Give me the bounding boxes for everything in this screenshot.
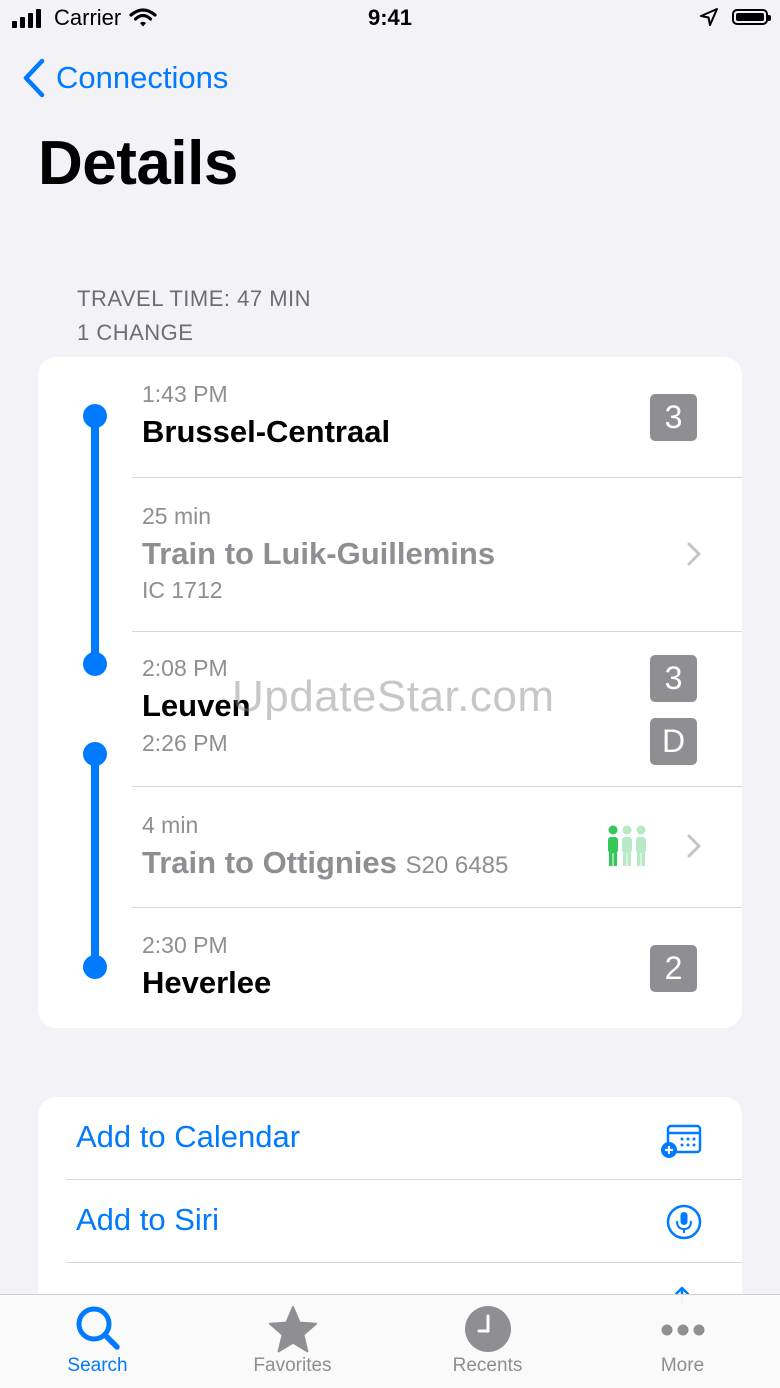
travel-time: TRAVEL TIME: 47 MIN bbox=[77, 286, 312, 311]
leg-duration: 4 min bbox=[142, 812, 199, 838]
leg-row-2[interactable]: 4 min Train to Ottignies S20 6485 bbox=[38, 787, 742, 907]
departure-station: Brussel-Centraal bbox=[142, 414, 391, 449]
tab-more[interactable]: More bbox=[585, 1295, 780, 1388]
actions-card: Add to Calendar Add to Siri bbox=[38, 1097, 742, 1327]
transfer-departure-time: 2:26 PM bbox=[142, 730, 228, 756]
transfer-station: Leuven bbox=[142, 688, 251, 723]
change-count: 1 CHANGE bbox=[77, 320, 194, 345]
chevron-left-icon bbox=[23, 58, 45, 98]
arrival-station: Heverlee bbox=[142, 965, 272, 1000]
location-arrow-icon bbox=[700, 8, 718, 26]
tab-search[interactable]: Search bbox=[0, 1295, 195, 1388]
occupancy-person-empty-icon bbox=[636, 825, 646, 866]
tab-bar: Search Favorites Recents More bbox=[0, 1294, 780, 1388]
leg-title-text: Train to Ottignies bbox=[142, 845, 397, 880]
occupancy-icon bbox=[607, 825, 647, 867]
microphone-icon bbox=[666, 1204, 702, 1240]
tab-recents[interactable]: Recents bbox=[390, 1295, 585, 1388]
journey-card: 1:43 PM Brussel-Centraal 3 25 min Train … bbox=[38, 357, 742, 1028]
calendar-add-icon bbox=[661, 1124, 702, 1158]
add-to-siri-label: Add to Siri bbox=[76, 1202, 220, 1237]
battery-icon bbox=[732, 9, 771, 25]
tab-label: Search bbox=[67, 1355, 128, 1376]
leg-duration: 25 min bbox=[142, 503, 212, 529]
clock-icon bbox=[464, 1306, 511, 1352]
leg-row-1[interactable]: 25 min Train to Luik-Guillemins IC 1712 bbox=[38, 478, 742, 631]
stop-row-departure: 1:43 PM Brussel-Centraal 3 bbox=[38, 357, 742, 477]
leg-title: Train to Luik-Guillemins bbox=[142, 536, 496, 571]
chevron-right-icon bbox=[687, 834, 701, 858]
stop-row-transfer: 2:08 PM Leuven 2:26 PM 3 D bbox=[38, 632, 742, 786]
tab-label: More bbox=[660, 1355, 705, 1376]
star-icon bbox=[268, 1306, 317, 1353]
leg-train-number: S20 6485 bbox=[405, 852, 509, 879]
tab-label: Recents bbox=[452, 1355, 523, 1376]
occupancy-person-full-icon bbox=[608, 825, 618, 866]
status-time: 9:41 bbox=[367, 5, 413, 30]
status-right bbox=[700, 8, 771, 26]
status-bar: Carrier 9:41 bbox=[0, 0, 780, 40]
more-dots-icon bbox=[661, 1324, 704, 1336]
transfer-arrival-time: 2:08 PM bbox=[142, 655, 228, 681]
arrival-time: 2:30 PM bbox=[142, 932, 228, 958]
platform-badge: 2 bbox=[650, 945, 697, 992]
platform-badge: 3 bbox=[650, 394, 697, 441]
back-button[interactable]: Connections bbox=[22, 58, 228, 98]
occupancy-person-empty-icon bbox=[622, 825, 632, 866]
platform-badge-arrival: 3 bbox=[650, 655, 697, 702]
add-to-siri-button[interactable]: Add to Siri bbox=[38, 1180, 742, 1262]
departure-time: 1:43 PM bbox=[142, 381, 228, 407]
chevron-right-icon bbox=[687, 542, 701, 566]
page-title: Details bbox=[38, 129, 238, 198]
back-button-label: Connections bbox=[56, 60, 229, 95]
journey-summary: TRAVEL TIME: 47 MIN 1 CHANGE bbox=[77, 282, 311, 350]
add-to-calendar-button[interactable]: Add to Calendar bbox=[38, 1097, 742, 1179]
platform-badge-departure: D bbox=[650, 718, 697, 765]
leg-train-number: IC 1712 bbox=[142, 577, 223, 603]
stop-row-arrival: 2:30 PM Heverlee 2 bbox=[38, 908, 742, 1028]
tab-label: Favorites bbox=[253, 1355, 332, 1376]
tab-favorites[interactable]: Favorites bbox=[195, 1295, 390, 1388]
leg-title: Train to Ottignies S20 6485 bbox=[142, 845, 508, 881]
search-icon bbox=[76, 1306, 120, 1350]
add-to-calendar-label: Add to Calendar bbox=[76, 1119, 301, 1154]
